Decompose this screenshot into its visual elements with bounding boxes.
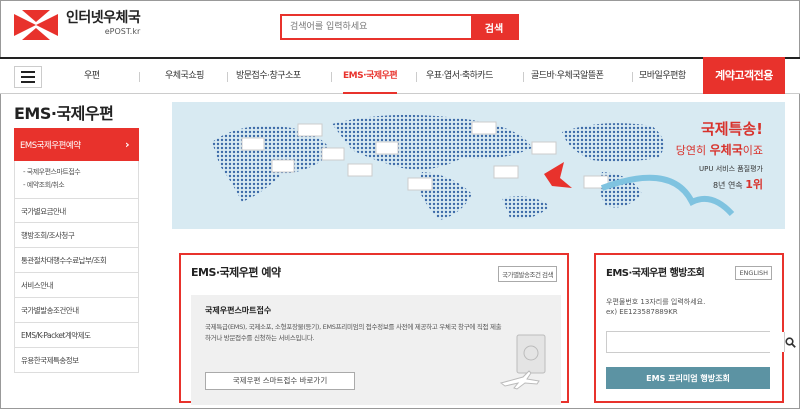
search-bar: 검색 — [280, 14, 519, 40]
smart-booking-card: 국제우편스마트접수 국제특급(EMS), 국제소포, 소형포장물(등기), EM… — [191, 295, 561, 405]
banner-rank-text: 1위 — [745, 178, 763, 191]
gnb-item-post[interactable]: 우편 — [84, 59, 100, 94]
ems-premium-tracking-button[interactable]: EMS 프리미엄 행방조회 — [606, 367, 770, 389]
lnb-active-label: EMS국제우편예약 — [20, 140, 81, 151]
tracking-input-group — [606, 331, 796, 353]
lnb-item-customs-fee[interactable]: 통관절차대행수수료납부/조회 — [14, 248, 139, 273]
banner-headline: 국제특송! — [700, 120, 763, 138]
ems-tracking-panel: EMS·국제우편 행방조회 ENGLISH 우편물번호 13자리를 입력하세요.… — [594, 253, 796, 403]
country-condition-search-button[interactable]: 국가별발송조건 검색 — [498, 266, 557, 282]
logo-title: 인터넷우체국 — [66, 10, 141, 26]
global-nav: 우편 우체국쇼핑 방문접수·창구소포 EMS·국제우편 우표·엽서·축하카드 골… — [0, 57, 800, 94]
side-nav: EMS국제우편예약 › - 국제우편스마트접수 - 예약조회/취소 국가별요금안… — [14, 128, 139, 373]
gnb-item-goldbar[interactable]: 골드바·우체국알뜰폰 — [531, 59, 604, 94]
banner-years-text: 8년 연속 — [712, 181, 746, 190]
tracking-instruction: 우편물번호 13자리를 입력하세요. — [606, 298, 706, 306]
passport-plane-icon — [499, 334, 546, 390]
tracking-example: ex) EE123587889KR — [606, 308, 678, 316]
gnb-item-mobile-mailbox[interactable]: 모바일우편함 — [639, 59, 686, 94]
lnb-item-kpacket[interactable]: EMS/K-Packet계약제도 — [14, 323, 139, 348]
lnb-title: EMS·국제우편 — [14, 104, 114, 123]
gnb-item-visit-parcel[interactable]: 방문접수·창구소포 — [236, 59, 301, 94]
chevron-right-icon: › — [124, 138, 130, 151]
search-input[interactable] — [282, 16, 471, 38]
lnb-item-useful-info[interactable]: 유용한국제특송정보 — [14, 348, 139, 373]
lnb-submenu: - 국제우편스마트접수 - 예약조회/취소 — [14, 161, 139, 198]
promo-banner: 국제특송! 당연히 우체국이죠 UPU 서비스 품질평가 8년 연속 1위 — [172, 102, 785, 229]
menu-icon[interactable] — [14, 66, 42, 88]
smart-booking-desc: 국제특급(EMS), 국제소포, 소형포장물(등기), EMS프리미엄의 접수정… — [205, 323, 502, 342]
lnb-item-service-info[interactable]: 서비스안내 — [14, 273, 139, 298]
lnb-item-rates[interactable]: 국가별요금안내 — [14, 198, 139, 223]
english-button[interactable]: ENGLISH — [735, 266, 772, 280]
gnb-item-shopping[interactable]: 우체국쇼핑 — [165, 59, 204, 94]
lnb-item-tracking[interactable]: 행방조회/조사청구 — [14, 223, 139, 248]
contract-customer-button[interactable]: 계약고객전용 — [703, 57, 785, 94]
tracking-number-input[interactable] — [607, 332, 784, 352]
lnb-sub-booking-lookup[interactable]: - 예약조회/취소 — [23, 179, 138, 192]
epost-logo-icon — [14, 10, 58, 40]
banner-upu-text: UPU 서비스 품질평가 — [699, 165, 763, 173]
lnb-sub-smart-booking[interactable]: - 국제우편스마트접수 — [23, 166, 138, 179]
smart-booking-button[interactable]: 국제우편 스마트접수 바로가기 — [205, 372, 355, 390]
ems-booking-panel: EMS·국제우편 예약 국가별발송조건 검색 국제우편스마트접수 국제특급(EM… — [179, 253, 569, 405]
search-icon[interactable] — [784, 332, 796, 352]
banner-sub-a: 당연히 — [675, 144, 710, 157]
gnb-item-ems[interactable]: EMS·국제우편 — [343, 59, 398, 94]
lnb-item-ems-booking[interactable]: EMS국제우편예약 › — [14, 128, 139, 161]
gnb-item-stamps[interactable]: 우표·엽서·축하카드 — [426, 59, 493, 94]
banner-sub-b: 우체국 — [709, 143, 743, 157]
lnb-item-country-conditions[interactable]: 국가별발송조건안내 — [14, 298, 139, 323]
logo-subtitle: ePOST.kr — [104, 27, 141, 36]
banner-sub-c: 이죠 — [742, 144, 763, 157]
logo[interactable]: 인터넷우체국 ePOST.kr — [14, 10, 141, 40]
smart-booking-title: 국제우편스마트접수 — [205, 306, 272, 315]
search-button[interactable]: 검색 — [471, 16, 517, 38]
